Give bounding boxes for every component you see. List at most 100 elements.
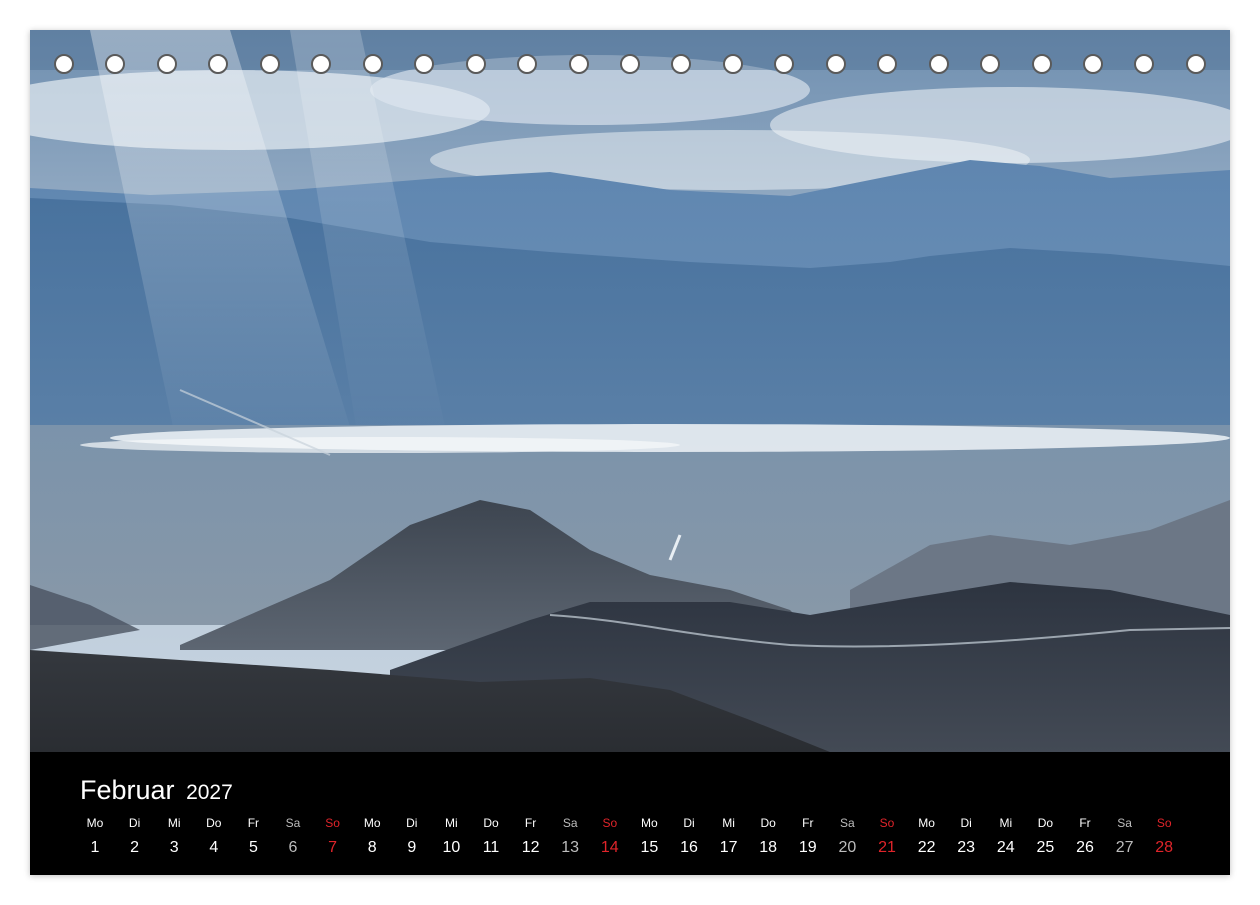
day-number: 16 <box>680 839 698 856</box>
weekday-label: Mi <box>999 816 1013 830</box>
day-cell: Mo 15 <box>629 816 669 858</box>
day-number: 8 <box>367 839 377 856</box>
day-number: 6 <box>288 839 298 856</box>
binding-hole <box>980 54 1001 74</box>
binding-hole <box>1031 54 1052 74</box>
weekday-label: Fr <box>247 816 260 830</box>
day-cell: So 21 <box>867 816 907 858</box>
day-cell: Di 16 <box>669 816 709 858</box>
weekday-label: Mi <box>167 816 181 830</box>
day-number: 1 <box>90 839 100 856</box>
weekday-label: So <box>325 816 340 830</box>
weekday-label: Mo <box>641 816 658 830</box>
day-number: 18 <box>759 839 778 856</box>
day-cell: Mo 8 <box>352 816 392 858</box>
weekday-label: Mi <box>445 816 458 830</box>
day-number: 19 <box>798 839 817 856</box>
weekday-label: So <box>879 816 895 830</box>
day-number: 26 <box>1076 839 1094 856</box>
binding-hole <box>259 54 280 74</box>
binding-hole <box>362 54 383 74</box>
day-cell: Mi 17 <box>709 816 749 858</box>
weekday-label: Mo <box>363 816 381 830</box>
binding-hole <box>722 54 743 74</box>
day-number: 7 <box>328 839 338 856</box>
binding-hole <box>825 54 846 74</box>
day-cell: Do 18 <box>748 816 788 858</box>
day-number: 28 <box>1155 839 1174 856</box>
weekday-label: Sa <box>562 816 578 830</box>
day-cell: Di 2 <box>115 816 155 858</box>
binding-hole <box>105 54 126 74</box>
day-number: 15 <box>640 839 659 856</box>
calendar-page: Februar 2027 Mo 1 Di 2 Mi 3 Do 4 Fr 5 Sa 6 So 7 Mo 8 Di 9… <box>30 30 1230 875</box>
weekday-label: Do <box>483 816 499 830</box>
day-cell: Mi 24 <box>986 816 1026 858</box>
day-cell: Fr 19 <box>788 816 828 858</box>
day-cell: Sa 20 <box>827 816 867 858</box>
day-number: 5 <box>248 839 258 856</box>
day-number: 14 <box>600 839 619 856</box>
day-cell: Mi 10 <box>431 816 471 858</box>
binding-hole <box>568 54 589 74</box>
weekday-label: Di <box>406 816 418 830</box>
weekday-label: Fr <box>802 816 814 830</box>
weekday-label: Sa <box>840 816 855 830</box>
day-cell: Do 25 <box>1025 816 1065 858</box>
day-cell: Mo 1 <box>75 816 115 858</box>
day-number: 21 <box>878 839 896 856</box>
binding-hole <box>156 54 177 74</box>
weekday-label: Mo <box>86 816 104 830</box>
day-number: 2 <box>130 839 140 856</box>
day-number: 12 <box>521 839 540 856</box>
binding-hole <box>928 54 949 74</box>
binding-hole <box>1185 54 1206 74</box>
day-cell: Fr 5 <box>233 816 273 858</box>
day-number: 13 <box>561 839 580 856</box>
weekday-label: Sa <box>1117 816 1132 830</box>
day-number: 27 <box>1115 839 1134 856</box>
month-title: Februar 2027 <box>80 775 233 808</box>
weekday-label: Di <box>960 816 972 830</box>
binding-hole <box>311 54 332 74</box>
landscape-photo <box>30 30 1230 752</box>
day-cell: So 14 <box>590 816 630 858</box>
year: 2027 <box>186 781 233 804</box>
weekday-label: Do <box>1037 816 1054 830</box>
day-number: 25 <box>1036 839 1055 856</box>
day-cell: Di 9 <box>392 816 432 858</box>
day-number: 3 <box>169 839 179 856</box>
day-number: 17 <box>719 839 738 856</box>
weekday-label: Mo <box>918 816 935 830</box>
binding-hole <box>465 54 486 74</box>
weekday-label: Do <box>760 816 776 830</box>
day-number: 23 <box>957 839 976 856</box>
weekday-label: Fr <box>524 816 537 830</box>
weekday-label: So <box>1156 816 1172 830</box>
day-cell: Mi 3 <box>154 816 194 858</box>
day-number: 10 <box>442 839 461 856</box>
day-cell: Do 4 <box>194 816 234 858</box>
weekday-label: Mi <box>722 816 735 830</box>
weekday-label: Sa <box>285 816 301 830</box>
day-cell: Sa 13 <box>550 816 590 858</box>
weekday-label: Do <box>206 816 222 830</box>
binding-hole <box>877 54 898 74</box>
binding-hole <box>517 54 538 74</box>
day-cell: Do 11 <box>471 816 511 858</box>
weekday-label: Di <box>683 816 695 830</box>
day-cell: Sa 27 <box>1105 816 1145 858</box>
calendar-bar: Februar 2027 Mo 1 Di 2 Mi 3 Do 4 Fr 5 Sa 6 So 7 Mo 8 Di 9… <box>30 752 1230 875</box>
binding-hole <box>619 54 640 74</box>
day-cell: Mo 22 <box>907 816 947 858</box>
day-cell: Sa 6 <box>273 816 313 858</box>
day-number: 9 <box>407 839 417 856</box>
binding-hole <box>1134 54 1155 74</box>
binding-hole <box>774 54 795 74</box>
day-number: 11 <box>482 839 500 856</box>
day-cell: So 7 <box>313 816 353 858</box>
day-cell: Fr 26 <box>1065 816 1105 858</box>
day-cell: So 28 <box>1144 816 1184 858</box>
binding-hole <box>414 54 435 74</box>
binding-hole <box>1083 54 1103 74</box>
